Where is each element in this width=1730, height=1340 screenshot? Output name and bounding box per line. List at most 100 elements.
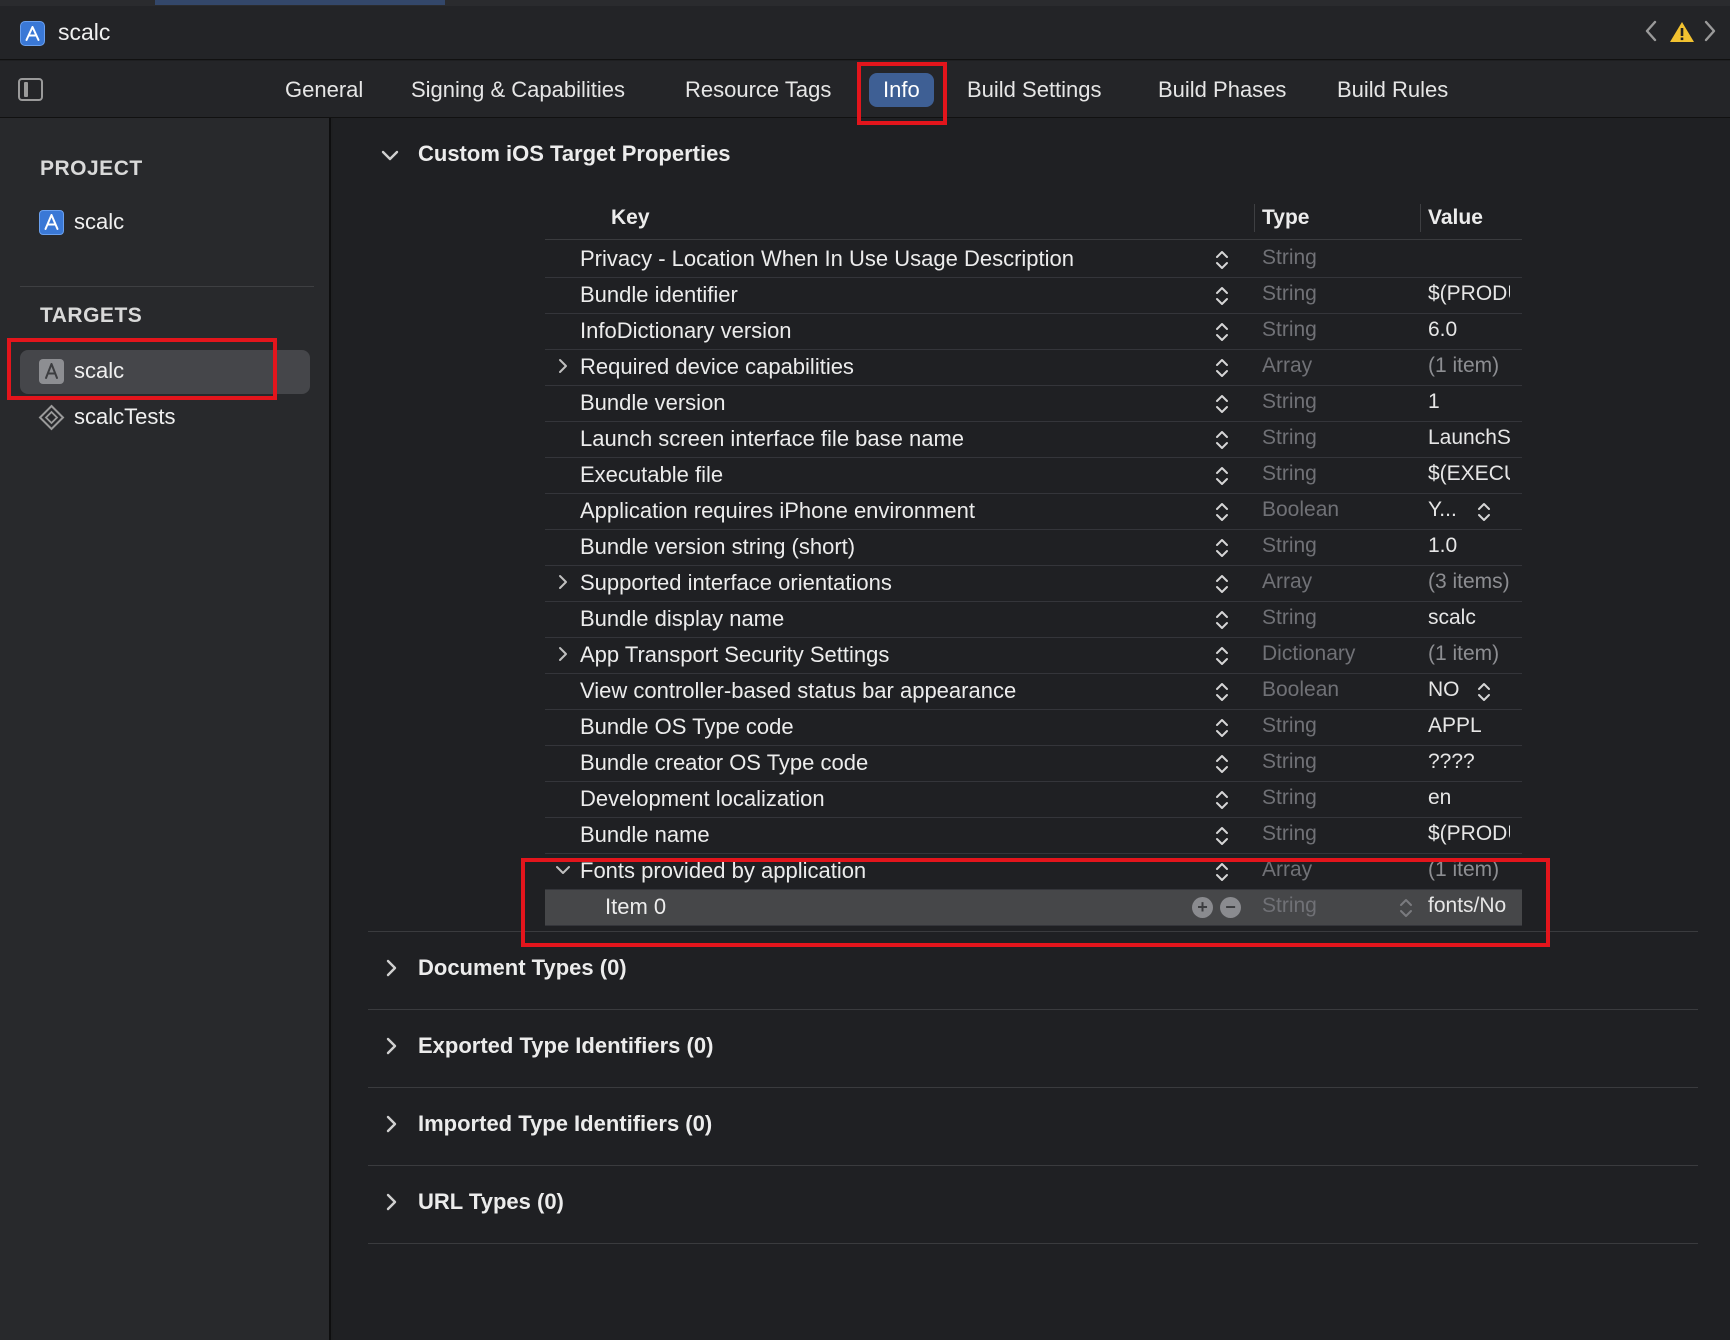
section-collapsed-chevron-icon[interactable] [385, 1036, 399, 1062]
property-row[interactable]: Supported interface orientations Array (3 … [545, 566, 1522, 602]
property-type[interactable]: String [1262, 606, 1317, 630]
property-row[interactable]: Bundle version string (short) String 1.0 [545, 530, 1522, 566]
property-type[interactable]: String [1262, 318, 1317, 342]
property-row[interactable]: Required device capabilities Array (1 item… [545, 350, 1522, 386]
section-collapsed-chevron-icon[interactable] [385, 1114, 399, 1140]
warning-icon[interactable] [1669, 20, 1695, 44]
tab-resource-tags[interactable]: Resource Tags [685, 73, 831, 107]
property-value[interactable]: $(PRODUCT_NAME) [1428, 822, 1510, 846]
property-key[interactable]: Application requires iPhone environment [580, 498, 975, 524]
property-key[interactable]: Bundle identifier [580, 282, 738, 308]
property-key[interactable]: Bundle version string (short) [580, 534, 855, 560]
tab-signing-capabilities[interactable]: Signing & Capabilities [411, 73, 625, 107]
column-header-type[interactable]: Type [1262, 206, 1309, 230]
property-row[interactable]: View controller-based status bar appeara… [545, 674, 1522, 710]
key-stepper-icon[interactable] [1215, 392, 1229, 416]
property-type[interactable]: Array [1262, 570, 1312, 594]
property-type[interactable]: Array [1262, 354, 1312, 378]
property-row[interactable]: Launch screen interface file base name St… [545, 422, 1522, 458]
property-key[interactable]: Bundle creator OS Type code [580, 750, 868, 776]
property-value[interactable]: NO [1428, 678, 1466, 702]
property-value[interactable]: $(PRODUCT_BUNDLE_IDENTIFIER) [1428, 282, 1510, 306]
property-type[interactable]: String [1262, 750, 1317, 774]
key-stepper-icon[interactable] [1215, 752, 1229, 776]
section-expanded-chevron-icon[interactable] [380, 146, 400, 169]
column-header-value[interactable]: Value [1428, 206, 1483, 230]
key-stepper-icon[interactable] [1215, 500, 1229, 524]
property-key[interactable]: Launch screen interface file base name [580, 426, 964, 452]
boolean-popup-stepper-icon[interactable] [1477, 680, 1491, 704]
property-row[interactable]: InfoDictionary version String 6.0 [545, 314, 1522, 350]
exported-type-identifiers-section[interactable]: Exported Type Identifiers (0) [418, 1033, 713, 1059]
column-header-key[interactable]: Key [611, 206, 650, 230]
property-type[interactable]: Boolean [1262, 678, 1339, 702]
property-row[interactable]: Development localization String en [545, 782, 1522, 818]
key-stepper-icon[interactable] [1215, 284, 1229, 308]
custom-ios-target-properties-title[interactable]: Custom iOS Target Properties [418, 141, 731, 167]
section-collapsed-chevron-icon[interactable] [385, 958, 399, 984]
boolean-popup-stepper-icon[interactable] [1477, 500, 1491, 524]
key-stepper-icon[interactable] [1215, 644, 1229, 668]
property-type[interactable]: String [1262, 390, 1317, 414]
property-row[interactable]: Bundle display name String scalc [545, 602, 1522, 638]
property-value[interactable]: en [1428, 786, 1510, 810]
key-stepper-icon[interactable] [1215, 464, 1229, 488]
property-row[interactable]: Bundle version String 1 [545, 386, 1522, 422]
property-value[interactable]: (1 item) [1428, 642, 1510, 666]
property-row[interactable]: Privacy - Location When In Use Usage Des… [545, 242, 1522, 278]
key-stepper-icon[interactable] [1215, 536, 1229, 560]
forward-chevron-icon[interactable] [1702, 18, 1718, 48]
property-row[interactable]: Bundle name String $(PRODUCT_NAME) [545, 818, 1522, 854]
property-type[interactable]: Dictionary [1262, 642, 1355, 666]
back-chevron-icon[interactable] [1643, 18, 1659, 48]
url-types-section[interactable]: URL Types (0) [418, 1189, 564, 1215]
tab-build-rules[interactable]: Build Rules [1337, 73, 1448, 107]
property-key[interactable]: Development localization [580, 786, 825, 812]
property-value[interactable]: (1 item) [1428, 354, 1510, 378]
sidebar-item-project-scalc[interactable]: scalc [74, 209, 124, 235]
property-type[interactable]: Boolean [1262, 498, 1339, 522]
key-stepper-icon[interactable] [1215, 248, 1229, 272]
property-value[interactable]: 6.0 [1428, 318, 1510, 342]
property-row[interactable]: Bundle identifier String $(PRODUCT_BUNDLE_… [545, 278, 1522, 314]
key-stepper-icon[interactable] [1215, 356, 1229, 380]
property-row[interactable]: Bundle creator OS Type code String???? [545, 746, 1522, 782]
property-value[interactable]: LaunchScreen [1428, 426, 1510, 450]
property-type[interactable]: String [1262, 246, 1317, 270]
property-type[interactable]: String [1262, 786, 1317, 810]
property-value[interactable]: $(EXECUTABLE_NAME) [1428, 462, 1510, 486]
property-type[interactable]: String [1262, 282, 1317, 306]
property-value[interactable]: APPL [1428, 714, 1510, 738]
disclosure-collapsed-icon[interactable] [555, 354, 571, 378]
key-stepper-icon[interactable] [1215, 572, 1229, 596]
imported-type-identifiers-section[interactable]: Imported Type Identifiers (0) [418, 1111, 712, 1137]
property-key[interactable]: View controller-based status bar appeara… [580, 678, 1016, 704]
property-value[interactable]: 1 [1428, 390, 1510, 414]
sidebar-toggle-icon[interactable] [18, 78, 43, 101]
property-key[interactable]: Supported interface orientations [580, 570, 892, 596]
key-stepper-icon[interactable] [1215, 320, 1229, 344]
key-stepper-icon[interactable] [1215, 788, 1229, 812]
property-key[interactable]: Bundle display name [580, 606, 784, 632]
tab-build-settings[interactable]: Build Settings [967, 73, 1102, 107]
property-key[interactable]: Bundle name [580, 822, 710, 848]
property-key[interactable]: Bundle OS Type code [580, 714, 794, 740]
property-row[interactable]: Application requires iPhone environment B… [545, 494, 1522, 530]
property-row[interactable]: Bundle OS Type code String APPL [545, 710, 1522, 746]
key-stepper-icon[interactable] [1215, 824, 1229, 848]
property-type[interactable]: String [1262, 534, 1317, 558]
property-value[interactable]: Y... [1428, 498, 1466, 522]
property-type[interactable]: String [1262, 462, 1317, 486]
disclosure-collapsed-icon[interactable] [555, 642, 571, 666]
property-type[interactable]: String [1262, 426, 1317, 450]
property-value[interactable]: 1.0 [1428, 534, 1510, 558]
property-key[interactable]: App Transport Security Settings [580, 642, 889, 668]
property-key[interactable]: Bundle version [580, 390, 726, 416]
key-stepper-icon[interactable] [1215, 608, 1229, 632]
disclosure-collapsed-icon[interactable] [555, 570, 571, 594]
property-value[interactable]: (3 items) [1428, 570, 1510, 594]
property-type[interactable]: String [1262, 822, 1317, 846]
sidebar-item-target-scalctests[interactable]: scalcTests [74, 404, 175, 430]
property-type[interactable]: String [1262, 714, 1317, 738]
tab-general[interactable]: General [285, 73, 363, 107]
